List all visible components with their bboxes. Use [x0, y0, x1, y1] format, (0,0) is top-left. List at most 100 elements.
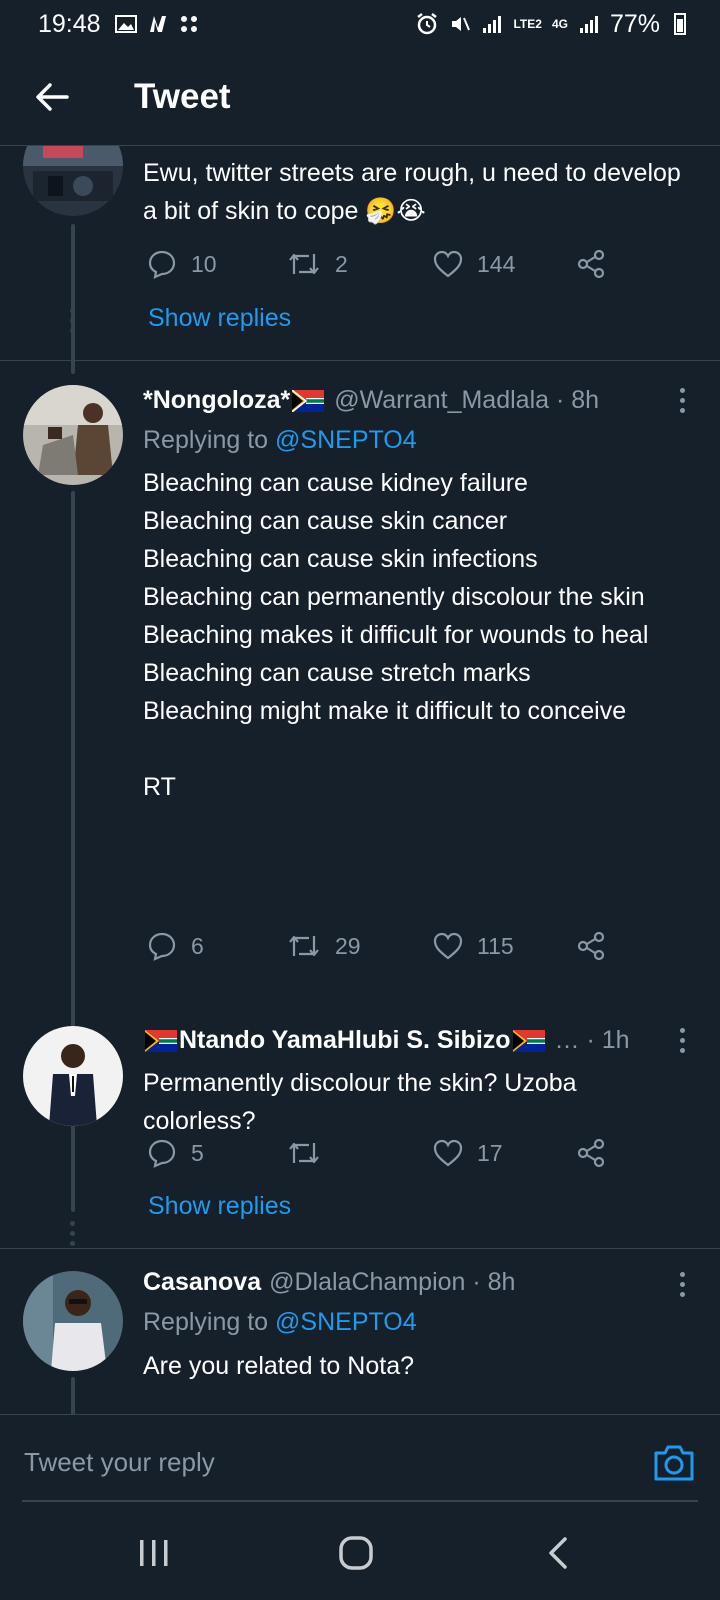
replying-to: Replying to @SNEPTO4: [143, 1308, 417, 1337]
camera-icon: [654, 1445, 694, 1481]
share-button[interactable]: [576, 931, 606, 961]
netflix-n-icon: [149, 16, 166, 32]
more-options-button[interactable]: [676, 1272, 688, 1297]
like-button[interactable]: 17: [433, 1139, 503, 1167]
reply-button[interactable]: 5: [147, 1138, 204, 1168]
display-name[interactable]: *Nongoloza*: [143, 386, 290, 415]
system-navigation-bar: [0, 1510, 720, 1600]
retweet-button[interactable]: [287, 1139, 335, 1167]
signal-icon-1: [483, 16, 502, 33]
top-app-bar: Tweet: [0, 48, 720, 146]
replying-prefix: Replying to: [143, 1308, 269, 1336]
tweet-text: Bleaching can cause kidney failure Bleac…: [143, 464, 683, 806]
handle-timestamp: … · 1h: [554, 1026, 630, 1054]
speech-bubble-icon: [148, 932, 176, 961]
tweet-line: Bleaching can cause skin cancer: [143, 507, 508, 535]
home-icon: [339, 1536, 373, 1570]
reply-button[interactable]: 10: [147, 249, 217, 279]
avatar-image-man-white-shirt: [23, 1271, 123, 1371]
tweet-header: Ntando YamaHlubi S. Sibizo … · 1h: [143, 1026, 630, 1055]
replying-to: Replying to @SNEPTO4: [143, 426, 417, 455]
south-africa-flag-icon: [145, 1029, 177, 1052]
display-name[interactable]: Ntando YamaHlubi S. Sibizo: [179, 1026, 511, 1055]
retweet-count: 29: [335, 932, 361, 959]
retweet-button[interactable]: 2: [287, 250, 348, 278]
replying-prefix: Replying to: [143, 426, 269, 454]
retweet-icon: [289, 935, 319, 957]
retweet-icon: [289, 253, 319, 275]
system-status-icons: LTE2 4G 77%: [415, 10, 686, 39]
tweet-line: Bleaching can cause kidney failure: [143, 469, 528, 497]
recent-apps-button[interactable]: [124, 1528, 184, 1578]
thread-gap-dots: [70, 1221, 76, 1246]
tweet-actions: 5 17: [143, 1133, 613, 1173]
more-options-button[interactable]: [676, 1028, 688, 1053]
like-count: 115: [477, 932, 514, 959]
signal-icon-2: [579, 16, 598, 33]
more-options-button[interactable]: [676, 388, 688, 413]
battery-icon: [674, 13, 686, 35]
tweet-text: Are you related to Nota?: [143, 1352, 414, 1380]
share-button[interactable]: [576, 1138, 606, 1168]
thread-gap-dots: [70, 308, 76, 333]
arrow-left-icon: [36, 82, 69, 111]
avatar[interactable]: [23, 146, 123, 216]
tweet-header: Casanova @DlalaChampion · 8h: [143, 1268, 515, 1297]
page-title: Tweet: [134, 76, 231, 116]
tweet-line: Bleaching might make it difficult to con…: [143, 697, 627, 725]
like-count: 17: [477, 1139, 503, 1166]
retweet-icon: [289, 1142, 319, 1164]
reply-button[interactable]: 6: [147, 931, 204, 961]
share-icon: [577, 1138, 605, 1168]
tweet-line: Bleaching can cause skin infections: [143, 545, 538, 573]
retweet-button[interactable]: 29: [287, 932, 361, 960]
avatar[interactable]: [23, 385, 123, 485]
vertical-ellipsis-icon: [679, 1028, 685, 1033]
home-button[interactable]: [326, 1528, 386, 1578]
tweet-thread[interactable]: Ewu, twitter streets are rough, u need t…: [0, 146, 720, 1414]
reply-count: 10: [191, 250, 217, 277]
thread-connector: [71, 1132, 75, 1212]
alarm-icon: [417, 13, 438, 35]
reply-input[interactable]: [24, 1437, 624, 1487]
system-back-button[interactable]: [528, 1528, 588, 1578]
tweet-actions: 10 2 144: [143, 244, 613, 284]
app-dots-icon: [180, 16, 197, 32]
reply-count: 5: [191, 1139, 204, 1166]
status-time: 19:48: [38, 9, 101, 38]
tweet-text: Permanently discolour the skin? Uzoba co…: [143, 1069, 577, 1135]
display-name[interactable]: Casanova: [143, 1268, 261, 1297]
reply-composer: [0, 1414, 720, 1510]
heart-icon: [433, 932, 463, 960]
share-icon: [577, 931, 605, 961]
notification-icons: [114, 14, 199, 34]
tweet-text: Ewu, twitter streets are rough, u need t…: [143, 159, 681, 225]
mention-link[interactable]: @SNEPTO4: [275, 1308, 417, 1336]
south-africa-flag-icon: [512, 1029, 545, 1052]
avatar[interactable]: [23, 1026, 123, 1126]
tweet-header: *Nongoloza* @Warrant_Madlala · 8h: [143, 386, 599, 415]
vertical-ellipsis-icon: [679, 1272, 685, 1277]
input-underline: [22, 1500, 698, 1502]
tweet-actions: 6 29 115: [143, 926, 613, 966]
share-button[interactable]: [576, 249, 606, 279]
mention-link[interactable]: @SNEPTO4: [275, 426, 417, 454]
divider: [0, 1248, 720, 1249]
avatar[interactable]: [23, 1271, 123, 1371]
status-bar: 19:48 LTE2 4G 77%: [0, 0, 720, 48]
vertical-ellipsis-icon: [679, 388, 685, 393]
avatar-image-man-in-suit: [23, 1026, 123, 1126]
network-label-lte: LTE2: [513, 17, 542, 31]
south-africa-flag-icon: [292, 389, 325, 412]
battery-percent: 77%: [609, 9, 660, 38]
camera-button[interactable]: [652, 1443, 696, 1483]
mute-icon: [452, 17, 471, 31]
retweet-count: 2: [335, 250, 348, 277]
back-button[interactable]: [22, 67, 82, 127]
tweet-line: Bleaching makes it difficult for wounds …: [143, 621, 649, 649]
avatar-image-dj-setup: [23, 146, 123, 216]
show-replies-link[interactable]: Show replies: [148, 304, 291, 333]
like-button[interactable]: 115: [433, 932, 514, 960]
like-button[interactable]: 144: [433, 250, 515, 278]
show-replies-link[interactable]: Show replies: [148, 1192, 291, 1221]
